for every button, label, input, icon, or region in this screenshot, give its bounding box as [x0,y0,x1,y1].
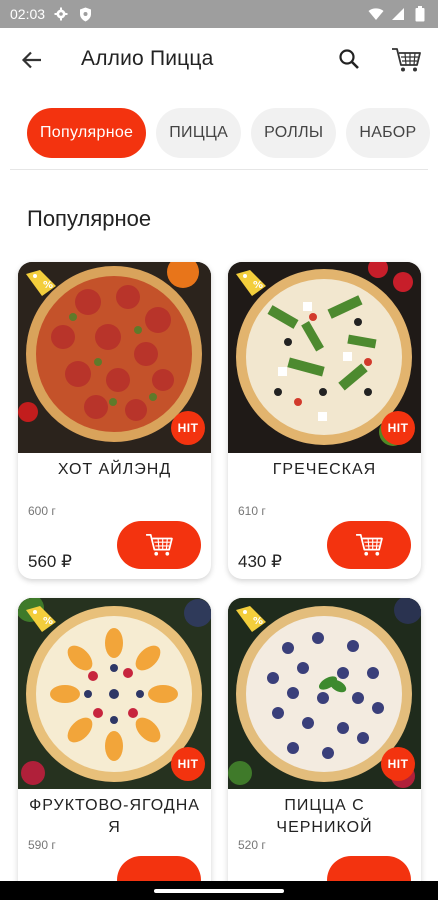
hit-badge: HIT [171,747,205,781]
back-button[interactable] [16,44,48,76]
product-name-line: Я [108,819,121,836]
gear-icon [53,6,69,22]
product-weight: 590 г [28,838,56,852]
add-to-cart-button[interactable] [117,521,201,569]
product-weight: 520 г [238,838,266,852]
product-image: % HIT [228,598,421,789]
search-icon [339,49,359,69]
cart-button[interactable] [388,43,424,77]
svg-text:%: % [43,280,53,291]
hit-badge: HIT [171,411,205,445]
product-card[interactable]: % HIT ПИЦЦА С ЧЕРНИКОЙ 520 г [228,598,421,898]
hit-badge: HIT [381,411,415,445]
hit-badge: HIT [381,747,415,781]
wifi-icon [368,6,384,22]
product-card[interactable]: % HIT ХОТ АЙЛЭНД 600 г 560 ₽ [18,262,211,579]
svg-text:%: % [253,280,263,291]
discount-tag-icon: % [234,604,268,634]
status-bar: 02:03 [0,0,438,28]
tab-sets[interactable]: НАБОР [346,108,430,158]
product-price: 430 ₽ [238,552,282,571]
battery-icon [412,6,428,22]
product-weight: 610 г [238,504,266,518]
product-card[interactable]: % HIT ФРУКТОВО-ЯГОДНА Я 590 г [18,598,211,898]
home-indicator[interactable] [154,888,284,893]
app-bar: Аллио Пицца [0,28,438,92]
arrow-left-icon [21,51,41,69]
tab-popular[interactable]: Популярное [27,108,147,158]
product-name-line: ЧЕРНИКОЙ [276,819,373,836]
discount-tag-icon: % [24,604,58,634]
tab-pizza[interactable]: ПИЦЦА [156,108,242,158]
product-image: % HIT [18,262,211,453]
app-screen: 02:03 Аллио Пицца Популярное ПИЦЦА РОЛЛЫ… [0,0,438,900]
cart-icon [392,48,421,72]
add-to-cart-button[interactable] [327,521,411,569]
product-price: 560 ₽ [28,552,72,571]
svg-text:%: % [43,616,53,627]
product-name: ГРЕЧЕСКАЯ [272,461,377,478]
cart-icon [146,533,173,556]
product-name: ХОТ АЙЛЭНД [57,461,172,478]
discount-tag-icon: % [24,268,58,298]
product-image: % HIT [18,598,211,789]
product-image: % HIT [228,262,421,453]
svg-text:%: % [253,616,263,627]
product-name: ПИЦЦА С ЧЕРНИКОЙ [228,789,421,839]
tabs-divider [10,169,428,170]
shield-icon [77,6,93,22]
status-time: 02:03 [10,6,46,22]
product-name: ФРУКТОВО-ЯГОДНА Я [18,789,211,839]
tab-rolls[interactable]: РОЛЛЫ [251,108,337,158]
system-nav-bar [0,881,438,900]
product-name-line: ПИЦЦА С [284,797,365,814]
product-card[interactable]: % HIT ГРЕЧЕСКАЯ 610 г 430 ₽ [228,262,421,579]
product-name-line: ФРУКТОВО-ЯГОДНА [29,797,200,814]
page-title: Аллио Пицца [81,47,214,70]
category-tabs: Популярное ПИЦЦА РОЛЛЫ НАБОР [0,108,430,160]
signal-icon [390,6,406,22]
discount-tag-icon: % [234,268,268,298]
search-button[interactable] [333,43,365,75]
cart-icon [356,533,383,556]
product-weight: 600 г [28,504,56,518]
section-title: Популярное [27,206,152,231]
